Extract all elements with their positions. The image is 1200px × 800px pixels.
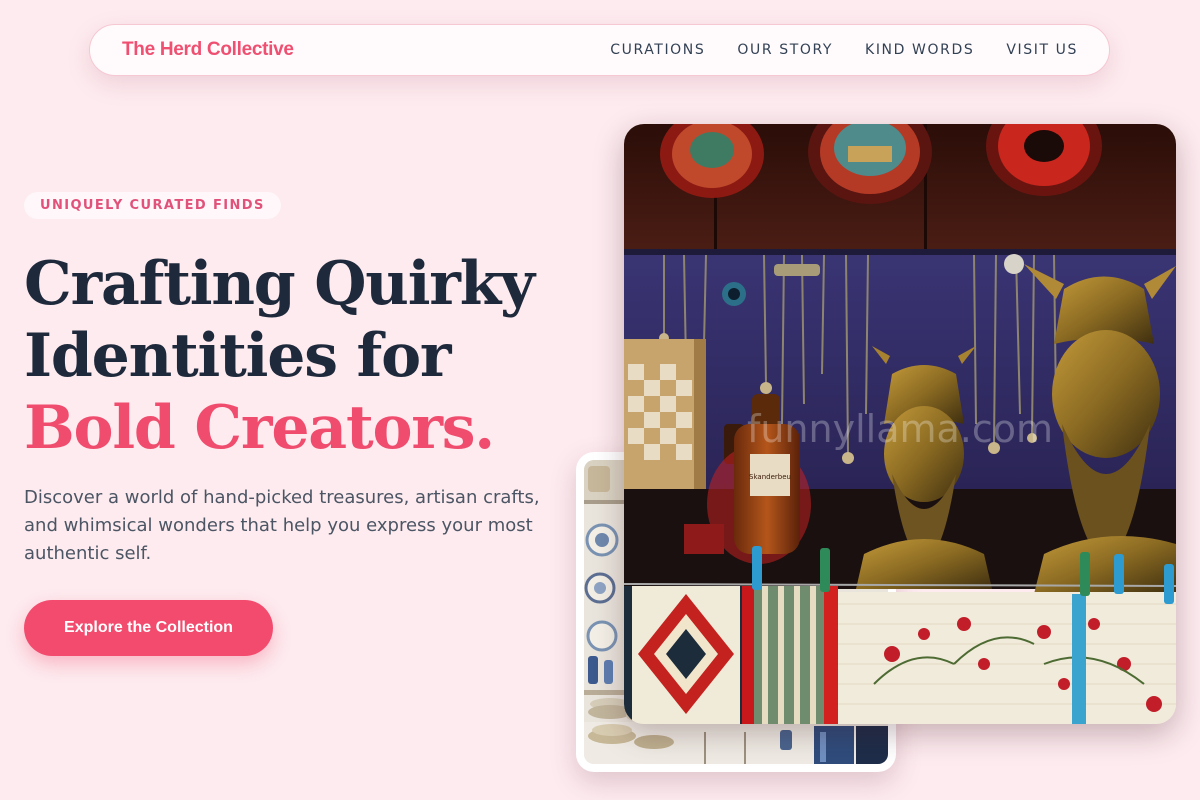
hero-headline: Crafting Quirky Identities for Bold Crea… [24, 248, 604, 464]
nav-link-curations[interactable]: CURATIONS [610, 42, 705, 58]
hero-badge: UNIQUELY CURATED FINDS [24, 192, 281, 219]
nav-link-visit-us[interactable]: VISIT US [1006, 42, 1078, 58]
nav-link-kind-words[interactable]: KIND WORDS [865, 42, 974, 58]
hero-description: Discover a world of hand-picked treasure… [24, 487, 540, 564]
headline-line-1: Crafting Quirky [24, 249, 535, 319]
nav-links: CURATIONS OUR STORY KIND WORDS VISIT US [610, 42, 1078, 58]
brand-logo[interactable]: The Herd Collective [122, 39, 294, 61]
explore-collection-button[interactable]: Explore the Collection [24, 600, 273, 656]
top-navigation: The Herd Collective CURATIONS OUR STORY … [89, 24, 1110, 76]
bottle-label-text: Skanderbeu [749, 473, 791, 481]
photo-watermark: funnyllama.com [747, 407, 1053, 451]
headline-accent: Bold Creators. [24, 393, 495, 463]
nav-link-our-story[interactable]: OUR STORY [737, 42, 833, 58]
headline-line-2: Identities for [24, 321, 452, 391]
souvenir-stall-photo: Skanderbeu funnyllama.com [624, 124, 1176, 724]
